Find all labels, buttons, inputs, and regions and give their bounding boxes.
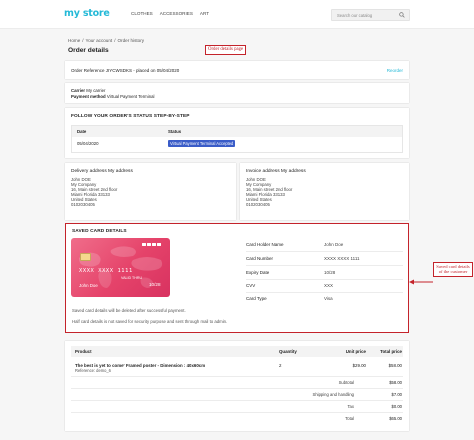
arrow-left-icon (409, 279, 433, 285)
col-product: Product (75, 349, 92, 354)
logo-word-store: store (82, 8, 110, 19)
status-badge: Virtual Payment Terminal Accepted (168, 140, 236, 147)
payment-row: Payment method Virtual Payment Terminal (71, 94, 154, 99)
carrier-label: Carrier (71, 88, 86, 93)
cvv-label: CVV (246, 283, 256, 288)
header: my store CLOTHES ACCESSORIES ART Search … (0, 0, 474, 29)
card-image-holder: John Doe (79, 283, 98, 288)
search-placeholder: Search our catalog (337, 13, 373, 18)
divider (246, 251, 403, 252)
breadcrumb-order-history[interactable]: Order history (117, 38, 144, 43)
status-table: Date Status 05/04/2020 Virtual Payment T… (71, 125, 403, 153)
status-col-status: Status (168, 129, 182, 134)
card-holder-label: Card Holder Name (246, 242, 284, 247)
carrier-payment-box: Carrier My carrier Payment method Virtua… (65, 83, 409, 103)
logo-word-my: my (64, 8, 80, 19)
card-brand-icon (147, 243, 151, 246)
breadcrumb-separator: / (114, 38, 116, 43)
order-reference-box: Order Reference JIYCWSDKS - placed on 05… (65, 61, 409, 79)
delivery-address-lines: John DOE My Company 16, Main street 2nd … (71, 177, 117, 207)
saved-card-details-box: SAVED CARD DETAILS XXXX XXXX 1111 VALID … (65, 223, 409, 333)
card-holder-value: John Doe (324, 242, 344, 247)
saved-card-title: SAVED CARD DETAILS (72, 229, 127, 234)
product-quantity: 2 (279, 363, 282, 368)
status-section-title: FOLLOW YOUR ORDER'S STATUS STEP-BY-STEP (71, 114, 190, 119)
saved-card-delete-message: Saved card details will be deleted after… (72, 308, 186, 313)
search-input[interactable]: Search our catalog (331, 9, 410, 21)
card-brand-logos (142, 243, 161, 246)
delivery-address-title: Delivery address My address (71, 169, 133, 174)
status-row-date: 05/04/2020 (77, 141, 99, 146)
card-brand-icon (152, 243, 156, 246)
card-image-number: XXXX XXXX 1111 (79, 268, 133, 274)
breadcrumb-home[interactable]: Home (68, 38, 80, 43)
breadcrumb: Home / Your account / Order history (68, 38, 144, 43)
subtotal-value: $58.00 (389, 380, 402, 385)
nav-item-accessories[interactable]: ACCESSORIES (160, 11, 193, 16)
status-table-header (72, 126, 402, 137)
divider (246, 265, 403, 266)
search-icon[interactable] (399, 12, 405, 18)
total-label: Total (345, 416, 354, 421)
card-brand-icon (157, 243, 161, 246)
cvv-value: XXX (324, 283, 334, 288)
shipping-value: $7.00 (391, 392, 402, 397)
card-image-expiry: 10/28 (149, 282, 161, 287)
store-logo[interactable]: my store (64, 8, 110, 19)
product-total-price: $58.00 (388, 363, 402, 368)
credit-card-image: XXXX XXXX 1111 VALID THRU John Doe 10/28 (71, 238, 170, 297)
delivery-address-box: Delivery address My address John DOE My … (65, 163, 236, 220)
shipping-label: Shipping and handling (312, 392, 354, 397)
divider (246, 292, 403, 293)
address-line: 0102030405 (71, 202, 95, 207)
page-title: Order details (68, 47, 109, 54)
breadcrumb-your-account[interactable]: Your account (86, 38, 113, 43)
card-brand-icon (142, 243, 146, 246)
card-image-valid-thru: VALID THRU (121, 276, 143, 280)
tax-value: $0.00 (391, 404, 402, 409)
product-unit-price: $29.00 (352, 363, 366, 368)
carrier-row: Carrier My carrier (71, 88, 105, 93)
product-reference: Reference: demo_6 (75, 368, 111, 373)
card-chip-icon (80, 253, 91, 261)
divider (71, 412, 403, 413)
annotation-saved-card-details: Saved card details of the customer (433, 262, 473, 277)
order-products-box: Product Quantity Unit price Total price … (65, 341, 409, 431)
nav-item-art[interactable]: ART (200, 11, 209, 16)
payment-label: Payment method (71, 94, 106, 99)
status-col-date: Date (77, 129, 87, 134)
subtotal-label: Subtotal (338, 380, 354, 385)
saved-card-security-message: Half card details is not saved for secur… (72, 319, 228, 324)
invoice-address-title: Invoice address My address (246, 169, 306, 174)
col-quantity: Quantity (279, 349, 297, 354)
card-type-label: Card Type (246, 296, 267, 301)
divider (246, 279, 403, 280)
divider (71, 400, 403, 401)
order-reference-text: Order Reference JIYCWSDKS - placed on 05… (71, 68, 180, 73)
payment-value: Virtual Payment Terminal (106, 94, 155, 99)
expiry-date-label: Expiry Date (246, 270, 270, 275)
card-number-value: XXXX XXXX 1111 (324, 256, 360, 261)
main-nav: CLOTHES ACCESSORIES ART (131, 11, 209, 16)
carrier-value: My carrier (86, 88, 106, 93)
col-total-price: Total price (380, 349, 402, 354)
divider (71, 376, 403, 377)
expiry-date-value: 10/28 (324, 270, 336, 275)
invoice-address-lines: John DOE My Company 16, Main street 2nd … (246, 177, 292, 207)
card-type-value: Visa (324, 296, 333, 301)
order-status-box: FOLLOW YOUR ORDER'S STATUS STEP-BY-STEP … (65, 108, 409, 158)
tax-label: Tax (347, 404, 354, 409)
reorder-link[interactable]: Reorder (387, 68, 403, 73)
card-number-label: Card Number (246, 256, 274, 261)
annotation-order-details-page: Order details page (205, 45, 247, 55)
products-table-header: Product Quantity Unit price Total price (71, 346, 403, 357)
breadcrumb-separator: / (82, 38, 84, 43)
divider (71, 388, 403, 389)
address-line: 0102030405 (246, 202, 270, 207)
col-unit-price: Unit price (345, 349, 366, 354)
invoice-address-box: Invoice address My address John DOE My C… (240, 163, 409, 220)
nav-item-clothes[interactable]: CLOTHES (131, 11, 153, 16)
total-value: $65.00 (389, 416, 402, 421)
